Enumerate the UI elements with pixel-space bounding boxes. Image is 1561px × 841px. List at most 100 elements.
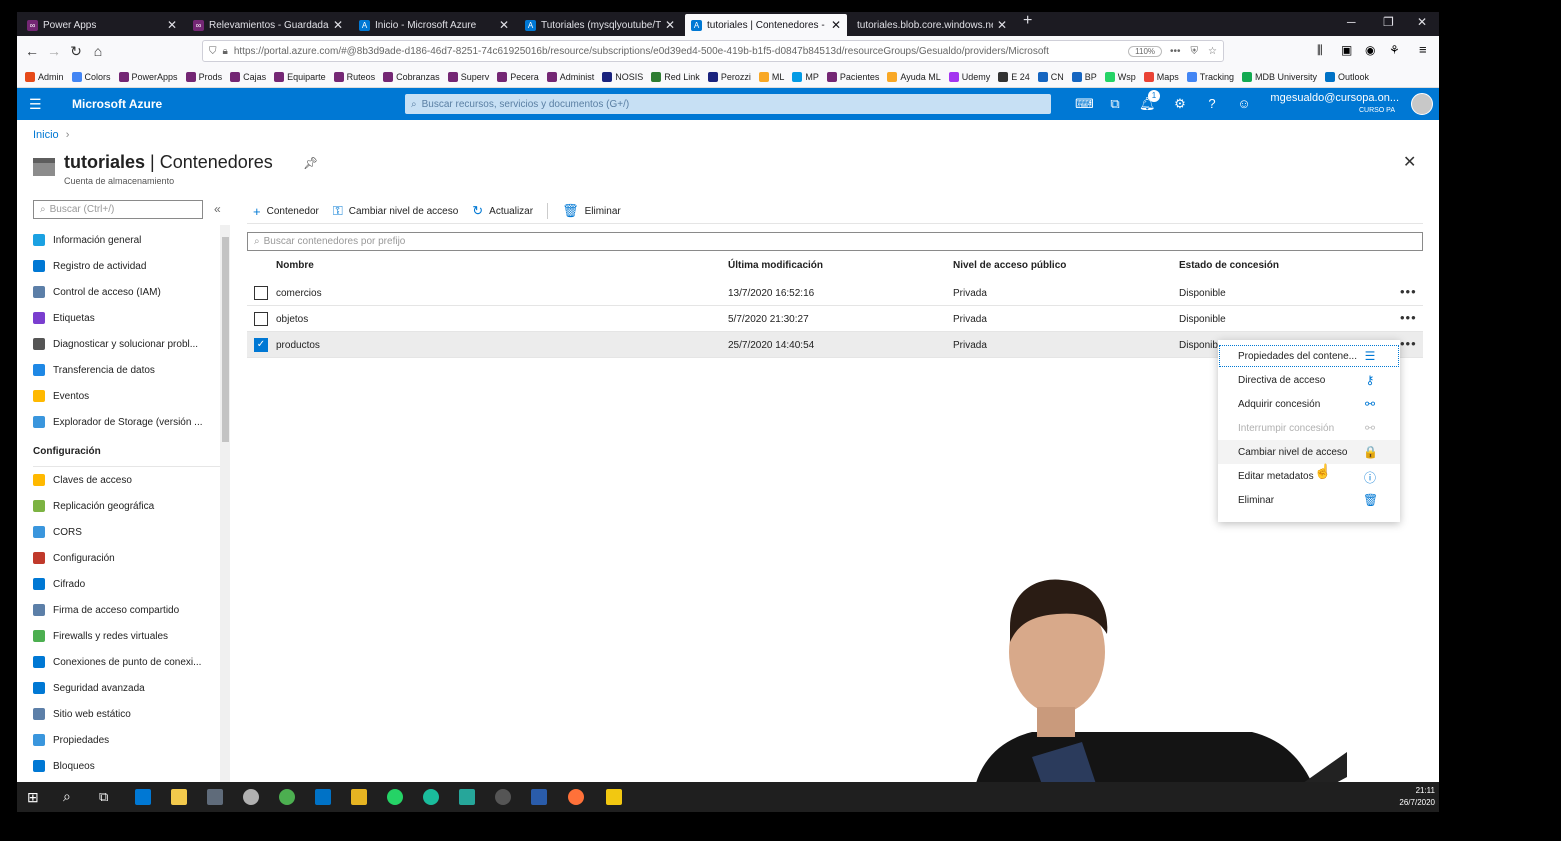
browser-tab[interactable]: ∞ Power Apps ✕ [21, 14, 183, 36]
sidebar-item[interactable]: Conexiones de punto de conexi... [33, 649, 223, 675]
close-tab-icon[interactable]: ✕ [333, 18, 343, 32]
bookmark-item[interactable]: E 24 [998, 71, 1030, 82]
refresh-button[interactable]: ↻ Actualizar [472, 203, 533, 219]
app-icon[interactable] [459, 789, 475, 805]
collapse-menu-icon[interactable]: « [214, 202, 221, 216]
column-header-lease[interactable]: Estado de concesión [1179, 260, 1279, 271]
sidebar-item[interactable]: Información general [33, 227, 223, 253]
bookmark-star-icon[interactable]: ☆ [1208, 46, 1217, 57]
vscode-icon[interactable] [135, 789, 151, 805]
bookmark-item[interactable]: MP [792, 71, 819, 82]
sidebar-item[interactable]: Diagnosticar y solucionar probl... [33, 331, 223, 357]
taskbar-clock[interactable]: 21:11 26/7/2020 [1399, 785, 1435, 809]
row-checkbox[interactable] [254, 312, 268, 326]
azure-brand[interactable]: Microsoft Azure [72, 97, 162, 111]
sidebar-item[interactable]: Sitio web estático [33, 701, 223, 727]
back-icon[interactable]: ← [21, 43, 43, 59]
delete-button[interactable]: 🗑︎ Eliminar [562, 203, 621, 219]
table-cell-name[interactable]: comercios [276, 288, 322, 299]
bookmark-item[interactable]: Pacientes [826, 71, 879, 82]
sidebar-item[interactable]: Firma de acceso compartido [33, 597, 223, 623]
sidebar-item[interactable]: Cifrado [33, 571, 223, 597]
bookmark-item[interactable]: Cajas [230, 71, 266, 82]
row-checkbox[interactable]: ✓ [254, 338, 268, 352]
minimize-icon[interactable]: ─ [1347, 15, 1356, 29]
sidebar-item[interactable]: Bloqueos [33, 753, 223, 779]
sidebar-icon[interactable]: ▣ [1341, 43, 1352, 57]
breadcrumb[interactable]: Inicio › [33, 129, 69, 141]
azure-search-input[interactable]: ⌕ Buscar recursos, servicios y documento… [405, 94, 1051, 114]
outlook-icon[interactable] [315, 789, 331, 805]
pin-icon[interactable]: 📌︎ [303, 156, 318, 170]
bookmark-item[interactable]: Ruteos [333, 71, 375, 82]
bookmark-item[interactable]: MDB University [1241, 71, 1317, 82]
menu-scrollbar-thumb[interactable] [222, 237, 229, 442]
sidebar-item[interactable]: Eventos [33, 383, 223, 409]
app-icon[interactable] [243, 789, 259, 805]
bookmark-item[interactable]: Perozzi [707, 71, 751, 82]
close-tab-icon[interactable]: ✕ [665, 18, 675, 32]
search-icon[interactable]: ⌕ [63, 788, 71, 805]
new-tab-button[interactable]: + [1023, 12, 1032, 30]
sidebar-item[interactable]: Seguridad avanzada [33, 675, 223, 701]
table-row[interactable]: comercios 13/7/2020 16:52:16 Privada Dispon… [247, 280, 1423, 306]
sidebar-item[interactable]: Transferencia de datos [33, 357, 223, 383]
close-tab-icon[interactable]: ✕ [499, 18, 509, 32]
row-more-icon[interactable]: ••• [1400, 310, 1417, 325]
calculator-icon[interactable] [207, 789, 223, 805]
powerbi-icon[interactable] [606, 789, 622, 805]
context-menu-item[interactable]: Directiva de acceso ⚷ [1218, 368, 1400, 392]
more-actions-icon[interactable]: ••• [1170, 46, 1181, 57]
bookmark-item[interactable]: Administ [546, 71, 594, 82]
sidebar-item[interactable]: Propiedades [33, 727, 223, 753]
url-bar[interactable]: ⛉ 🔒︎ https://portal.azure.com/#@8b3d9ade… [202, 40, 1224, 62]
sidebar-item[interactable]: Control de acceso (IAM) [33, 279, 223, 305]
row-checkbox[interactable] [254, 286, 268, 300]
bookmark-item[interactable]: Prods [185, 71, 222, 82]
bookmark-item[interactable]: Outlook [1325, 71, 1369, 82]
change-access-level-button[interactable]: ⚿ Cambiar nivel de acceso [333, 203, 458, 219]
user-email[interactable]: mgesualdo@cursopa.on... [1270, 92, 1399, 104]
sidebar-item[interactable]: Replicación geográfica [33, 493, 223, 519]
powershell-icon[interactable] [531, 789, 547, 805]
bookmark-item[interactable]: Wsp [1104, 71, 1136, 82]
table-row[interactable]: objetos 5/7/2020 21:30:27 Privada Disponibl… [247, 306, 1423, 332]
sidebar-item[interactable]: Configuración [33, 545, 223, 571]
hamburger-menu-icon[interactable]: ☰ [29, 96, 42, 113]
bookmark-item[interactable]: Udemy [948, 71, 990, 82]
browser-tab-active[interactable]: A tutoriales | Contenedores - Mic ✕ [685, 14, 847, 36]
pocket-icon[interactable]: ⛨ [1191, 46, 1199, 57]
home-icon[interactable]: ⌂ [87, 43, 109, 59]
windows-start-icon[interactable]: ⊞ [27, 789, 39, 806]
table-cell-name[interactable]: objetos [276, 314, 308, 325]
close-tab-icon[interactable]: ✕ [167, 18, 177, 32]
settings-icon[interactable]: ⚙ [1172, 96, 1188, 112]
bookmark-item[interactable]: CN [1037, 71, 1064, 82]
bookmark-item[interactable]: NOSIS [602, 71, 643, 82]
bookmark-item[interactable]: Ayuda ML [887, 71, 941, 82]
sidebar-item[interactable]: Firewalls y redes virtuales [33, 623, 223, 649]
app-icon[interactable] [351, 789, 367, 805]
row-more-icon[interactable]: ••• [1400, 336, 1417, 351]
task-view-icon[interactable]: ⧉ [99, 789, 108, 805]
gitkraken-icon[interactable] [423, 789, 439, 805]
cloud-shell-icon[interactable]: ⌨ [1075, 96, 1094, 112]
row-more-icon[interactable]: ••• [1400, 284, 1417, 299]
table-cell-name[interactable]: productos [276, 340, 320, 351]
bookmark-item[interactable]: Tracking [1186, 71, 1234, 82]
zoom-level[interactable]: 110% [1128, 45, 1163, 57]
url-text[interactable]: https://portal.azure.com/#@8b3d9ade-d186… [234, 46, 1120, 57]
context-menu-item[interactable]: Eliminar 🗑 [1218, 488, 1400, 512]
firefox-icon[interactable] [568, 789, 584, 805]
library-icon[interactable]: ⫼ [1317, 43, 1323, 58]
browser-tab[interactable]: ∞ Relevamientos - Guardada (no ✕ [187, 14, 349, 36]
bookmark-item[interactable]: Superv [447, 71, 489, 82]
close-window-icon[interactable]: ✕ [1417, 15, 1427, 29]
context-menu-item[interactable]: Editar metadatos ⓘ [1218, 464, 1400, 488]
bookmark-item[interactable]: Equiparte [274, 71, 326, 82]
bookmark-item[interactable]: Colors [71, 71, 111, 82]
context-menu-item[interactable]: Adquirir concesión ⚯ [1218, 392, 1400, 416]
bookmark-item[interactable]: Admin [25, 71, 64, 82]
bookmark-item[interactable]: BP [1071, 71, 1097, 82]
close-tab-icon[interactable]: ✕ [997, 18, 1007, 32]
